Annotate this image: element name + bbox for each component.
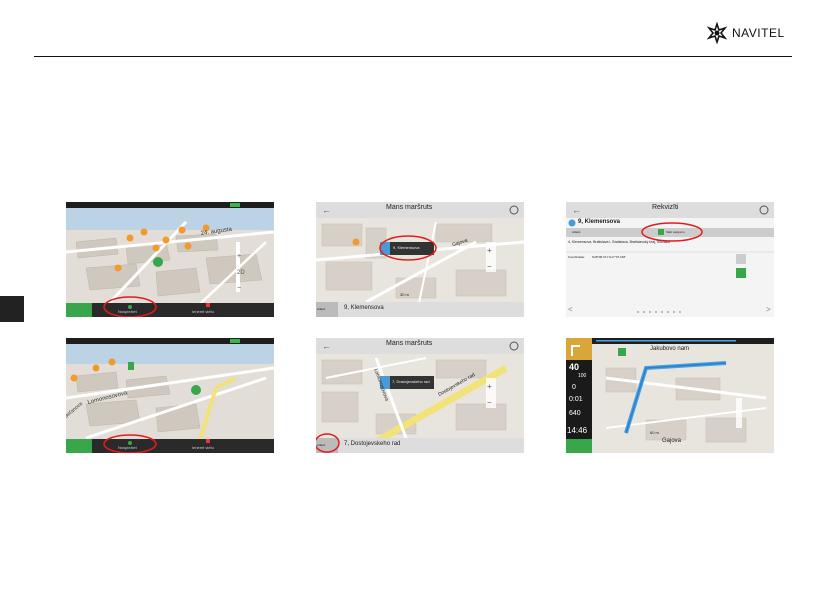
screenshot-my-route-2: ← + − Mans maršruts 7, Dostojevskeho rad… [316, 338, 524, 453]
navitel-logo: NAVITEL [706, 22, 785, 44]
s6-speed: 40 [569, 362, 580, 372]
screenshot-map-3d: 24. augusta + 2D − Nospiežiet Ieņemt vie… [66, 202, 274, 317]
s6-street-bottom: Gajova [662, 438, 682, 444]
s6-time: 0:01 [569, 396, 583, 403]
s6-street-top: Jakubovo nam [650, 346, 690, 352]
s6-clock: 14:46 [567, 426, 588, 435]
s6-distance: 0 [572, 384, 576, 391]
header-divider [34, 56, 792, 57]
screenshot-navigation: 40 100 0 0:01 640 14:46 Jakubovo nam Gaj… [566, 338, 774, 453]
highlight-ellipse [379, 235, 437, 261]
highlight-ellipse [641, 222, 703, 242]
screenshot-my-route: ← + − Mans maršruts 9, Klemensova Gajova… [316, 202, 524, 317]
section-tab [0, 296, 24, 322]
highlight-ellipse [103, 296, 157, 317]
highlight-ellipse [316, 433, 340, 453]
s6-distance-2: 640 [569, 410, 581, 417]
s6-limit: 100 [578, 373, 587, 379]
logo-text: NAVITEL [732, 26, 785, 40]
navitel-logo-icon [706, 22, 728, 44]
screenshot-map-3d-route: Lomonosovova Beťanova Nospiežiet Ieņemt … [66, 338, 274, 453]
screenshot-details: ← < > Rekvizīti 9, Klemensova Atlasīt Sā… [566, 202, 774, 317]
highlight-ellipse [103, 434, 157, 453]
s6-scale: 60 m [650, 430, 659, 435]
